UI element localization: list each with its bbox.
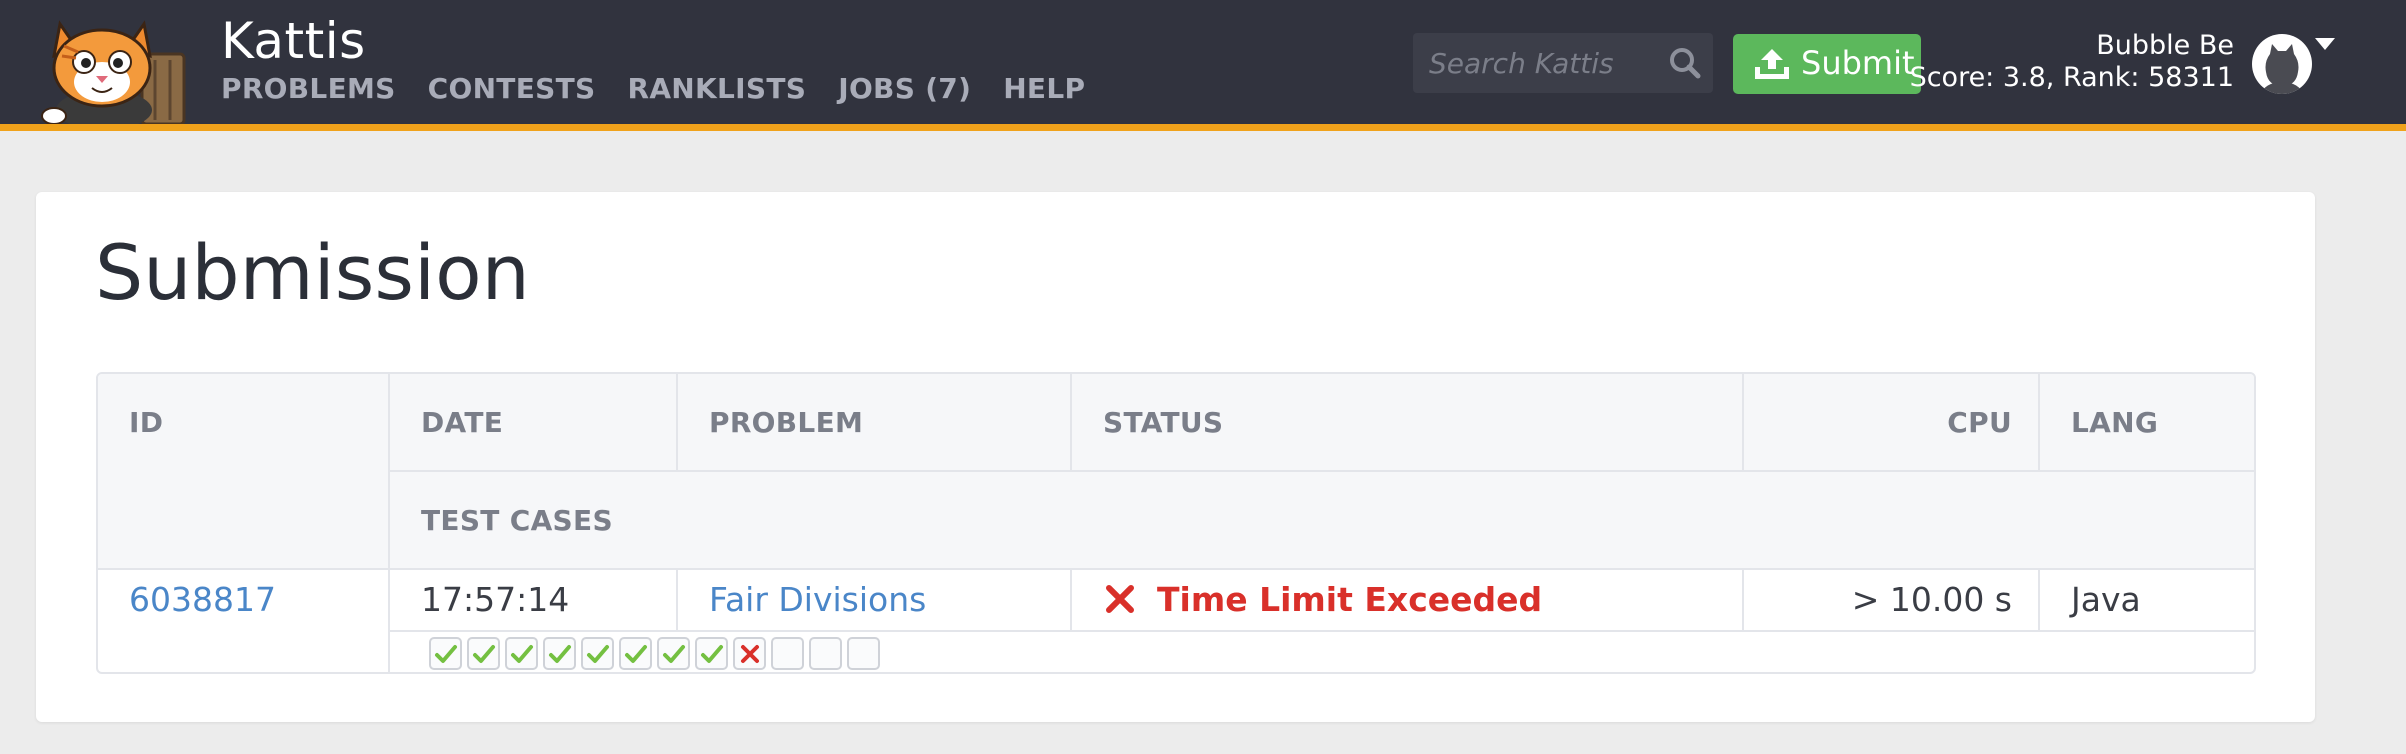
search-icon[interactable] — [1667, 45, 1703, 81]
test-case-accepted[interactable] — [619, 637, 652, 670]
chevron-down-icon[interactable] — [2314, 36, 2336, 50]
test-case-accepted[interactable] — [695, 637, 728, 670]
test-case-pending[interactable] — [847, 637, 880, 670]
brand-title[interactable]: Kattis — [221, 12, 366, 70]
check-icon — [625, 645, 647, 663]
header-date: DATE — [421, 406, 504, 439]
page-title: Submission — [95, 228, 530, 317]
cpu-time: > 10.00 s — [1851, 580, 2012, 619]
kattis-logo[interactable] — [34, 16, 202, 130]
divider — [2038, 570, 2040, 630]
nav-contests[interactable]: CONTESTS — [428, 72, 596, 105]
submission-date: 17:57:14 — [421, 580, 570, 619]
header-id: ID — [129, 406, 164, 439]
search-box — [1413, 33, 1713, 93]
check-icon — [587, 645, 609, 663]
submission-table: ID DATE PROBLEM STATUS CPU LANG TEST CAS… — [96, 372, 2256, 674]
divider — [676, 570, 678, 630]
language: Java — [2071, 580, 2141, 619]
main-nav: PROBLEMS CONTESTS RANKLISTS JOBS (7) HEL… — [221, 72, 1117, 105]
test-case-accepted[interactable] — [543, 637, 576, 670]
nav-jobs[interactable]: JOBS (7) — [838, 72, 971, 105]
divider — [2038, 374, 2040, 470]
test-case-pending[interactable] — [771, 637, 804, 670]
divider — [388, 374, 390, 672]
status-text: Time Limit Exceeded — [1157, 580, 1543, 619]
header-test-cases: TEST CASES — [421, 504, 613, 537]
navbar: Kattis PROBLEMS CONTESTS RANKLISTS JOBS … — [0, 0, 2406, 131]
close-icon — [741, 645, 759, 663]
header-status: STATUS — [1103, 406, 1224, 439]
check-icon — [435, 645, 457, 663]
check-icon — [473, 645, 495, 663]
test-case-accepted[interactable] — [505, 637, 538, 670]
user-score-rank: Score: 3.8, Rank: 58311 — [1909, 62, 2234, 93]
submit-button[interactable]: Submit — [1733, 34, 1921, 94]
rejected-icon — [1105, 584, 1135, 614]
divider — [390, 470, 2254, 472]
problem-link[interactable]: Fair Divisions — [709, 580, 926, 619]
check-icon — [511, 645, 533, 663]
test-case-list — [429, 637, 929, 670]
divider — [1070, 570, 1072, 630]
upload-icon — [1753, 47, 1791, 81]
test-case-rejected[interactable] — [733, 637, 766, 670]
test-case-accepted[interactable] — [467, 637, 500, 670]
nav-problems[interactable]: PROBLEMS — [221, 72, 396, 105]
test-case-accepted[interactable] — [429, 637, 462, 670]
table-header — [98, 374, 2254, 570]
nav-ranklists[interactable]: RANKLISTS — [627, 72, 806, 105]
submission-id-link[interactable]: 6038817 — [129, 580, 276, 619]
test-case-pending[interactable] — [809, 637, 842, 670]
test-case-accepted[interactable] — [657, 637, 690, 670]
search-input[interactable] — [1413, 33, 1669, 93]
submission-card: Submission ID DATE PROBLEM STATUS CPU LA… — [36, 192, 2315, 722]
nav-help[interactable]: HELP — [1003, 72, 1085, 105]
divider — [98, 568, 2254, 570]
avatar[interactable] — [2252, 34, 2312, 94]
test-case-accepted[interactable] — [581, 637, 614, 670]
header-lang: LANG — [2071, 406, 2159, 439]
check-icon — [663, 645, 685, 663]
header-cpu: CPU — [1947, 406, 2012, 439]
header-problem: PROBLEM — [709, 406, 864, 439]
divider — [1070, 374, 1072, 470]
check-icon — [549, 645, 571, 663]
submit-label: Submit — [1801, 44, 1915, 82]
user-name[interactable]: Bubble Be — [2096, 30, 2234, 61]
check-icon — [701, 645, 723, 663]
divider — [676, 374, 678, 470]
divider — [390, 630, 2254, 632]
